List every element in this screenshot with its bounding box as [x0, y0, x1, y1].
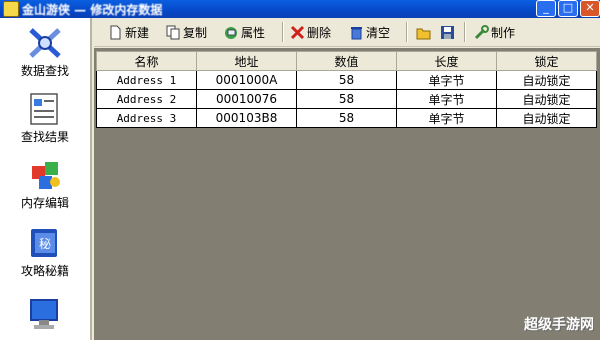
column-header-name[interactable]: 名称: [96, 51, 197, 71]
computer-icon: [30, 299, 58, 329]
cell-length[interactable]: 单字节: [396, 108, 497, 128]
new-button-label: 新建: [125, 25, 150, 40]
table-row[interactable]: Address 3 000103B8 58 单字节 自动锁定: [96, 108, 597, 128]
sidebar-item-label: 内存编辑: [20, 196, 69, 210]
cell-value[interactable]: 58: [296, 70, 397, 90]
maximize-button[interactable]: □: [558, 0, 578, 17]
delete-button-label: 删除: [307, 25, 332, 40]
delete-button[interactable]: 删除: [290, 23, 331, 41]
delete-icon: [290, 25, 305, 39]
cell-address[interactable]: 00010076: [196, 89, 297, 109]
toolbar-separator: [282, 22, 284, 42]
sidebar-item-label: 攻略秘籍: [20, 264, 69, 278]
guide-book-icon: 秘: [31, 229, 57, 257]
properties-button-label: 属性: [241, 25, 266, 40]
column-header-lock[interactable]: 锁定: [496, 51, 597, 71]
properties-button[interactable]: 属性: [224, 23, 265, 41]
sidebar-item-label: 数据查找: [20, 64, 69, 78]
make-button[interactable]: 制作: [474, 23, 515, 41]
minimize-button[interactable]: _: [536, 0, 556, 17]
clear-button-label: 清空: [366, 25, 391, 40]
column-header-length[interactable]: 长度: [396, 51, 497, 71]
title-bar: 金山游侠 — 修改内存数据 _ □ ✕: [0, 0, 600, 18]
cell-name[interactable]: Address 1: [96, 70, 197, 90]
close-button[interactable]: ✕: [580, 0, 600, 17]
copy-button[interactable]: 复制: [166, 23, 207, 41]
app-icon: [3, 1, 19, 17]
cell-length[interactable]: 单字节: [396, 89, 497, 109]
toolbar: 新建 复制 属性 删除 清空 制作: [94, 18, 600, 47]
address-list-panel: 名称 地址 数值 长度 锁定 Address 1 0001000A 58 单字节…: [94, 48, 600, 340]
toolbar-separator: [464, 22, 466, 42]
table-row[interactable]: Address 2 00010076 58 单字节 自动锁定: [96, 89, 597, 109]
result-list-icon: [30, 93, 58, 125]
address-table: 名称 地址 数值 长度 锁定 Address 1 0001000A 58 单字节…: [96, 51, 597, 128]
search-tools-icon: [29, 28, 61, 58]
window-title: 金山游侠 — 修改内存数据: [22, 3, 163, 17]
sidebar-item-guide[interactable]: 秘 攻略秘籍: [0, 224, 90, 279]
memory-edit-icon: [32, 162, 60, 189]
save-button[interactable]: [440, 23, 455, 41]
cell-address[interactable]: 0001000A: [196, 70, 297, 90]
column-header-value[interactable]: 数值: [296, 51, 397, 71]
sidebar-item-computer[interactable]: [0, 296, 90, 334]
cell-lock[interactable]: 自动锁定: [496, 108, 597, 128]
cell-lock[interactable]: 自动锁定: [496, 89, 597, 109]
table-row[interactable]: Address 1 0001000A 58 单字节 自动锁定: [96, 70, 597, 90]
cell-value[interactable]: 58: [296, 108, 397, 128]
sidebar-item-search-results[interactable]: 查找结果: [0, 90, 90, 145]
sidebar-item-data-search[interactable]: 数据查找: [0, 24, 90, 79]
sidebar-item-label: 查找结果: [20, 130, 69, 144]
new-button[interactable]: 新建: [108, 23, 149, 41]
cell-lock[interactable]: 自动锁定: [496, 70, 597, 90]
folder-open-icon: [416, 28, 431, 39]
copy-icon: [166, 25, 180, 39]
cell-address[interactable]: 000103B8: [196, 108, 297, 128]
cell-name[interactable]: Address 2: [96, 89, 197, 109]
watermark-text: 超级手游网: [524, 317, 594, 333]
sidebar: 数据查找 查找结果 内存编辑 秘 攻略秘籍: [0, 18, 92, 340]
copy-button-label: 复制: [183, 25, 208, 40]
cell-value[interactable]: 58: [296, 89, 397, 109]
trash-icon: [351, 26, 362, 39]
clear-button[interactable]: 清空: [349, 23, 390, 41]
sidebar-item-memory-edit[interactable]: 内存编辑: [0, 156, 90, 211]
svg-text:秘: 秘: [39, 237, 51, 251]
make-button-label: 制作: [491, 25, 516, 40]
toolbar-separator: [406, 22, 408, 42]
cell-name[interactable]: Address 3: [96, 108, 197, 128]
cell-length[interactable]: 单字节: [396, 70, 497, 90]
properties-icon: [225, 26, 237, 39]
save-icon: [441, 25, 454, 39]
wrench-icon: [474, 24, 489, 39]
column-header-address[interactable]: 地址: [196, 51, 297, 71]
table-header: 名称 地址 数值 长度 锁定: [96, 51, 597, 71]
open-button[interactable]: [416, 23, 431, 41]
new-file-icon: [110, 25, 121, 39]
